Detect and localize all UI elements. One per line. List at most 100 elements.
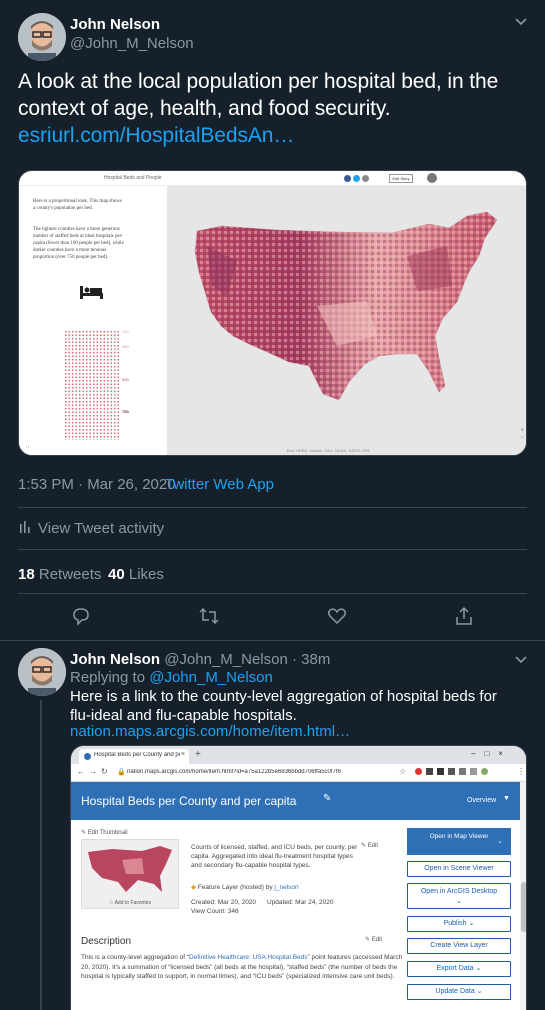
update-data-label: Update Data xyxy=(435,988,475,995)
people-dot-grid xyxy=(64,330,119,440)
export-data-label: Export Data xyxy=(436,965,474,972)
media-card[interactable]: Hospital Beds and People Edit Story Here… xyxy=(18,170,527,456)
export-data-chevron-icon: ⌄ xyxy=(475,965,482,972)
summary-edit-label: Edit xyxy=(367,843,379,849)
browser-menu-icon[interactable]: ⋮ xyxy=(517,767,525,776)
description-pre: This is a county-level aggregation of “ xyxy=(81,954,190,961)
retweet-stats[interactable]: 18 Retweets xyxy=(18,566,101,583)
feature-owner-link[interactable]: j_nelson xyxy=(274,884,298,891)
tweet-timestamp[interactable]: 1:53 PM · Mar 26, 2020 · xyxy=(18,476,185,493)
reply-handle-time[interactable]: @John_M_Nelson · 38m xyxy=(164,651,330,668)
usa-map-graphic: Esri, HERE, Garmin, FAO, NOAA, USGS, EPA xyxy=(194,211,498,453)
item-thumbnail[interactable]: ☆ Add to Favorites xyxy=(81,839,179,909)
side-para-1: Here is a proportional look. This map sh… xyxy=(33,199,122,211)
feature-layer-label: Feature Layer (hosted) by xyxy=(197,884,273,891)
tweet-text: A look at the local population per hospi… xyxy=(18,70,499,120)
reply-author-name[interactable]: John Nelson xyxy=(70,651,160,668)
retweet-label: Retweets xyxy=(38,566,102,583)
window-controls[interactable]: –□× xyxy=(471,749,512,758)
replying-prefix: Replying to xyxy=(70,669,146,686)
edit-thumbnail-link[interactable]: ✎ Edit Thumbnail xyxy=(81,829,128,836)
story-side-panel: Here is a proportional look. This map sh… xyxy=(19,186,167,455)
description-text: This is a county-level aggregation of “D… xyxy=(81,953,407,982)
divider xyxy=(0,640,545,641)
url-bar[interactable]: nation.maps.arcgis.com/home/item.html?id… xyxy=(127,769,387,775)
divider xyxy=(18,593,527,594)
publish-chevron-icon: ⌄ xyxy=(468,920,475,927)
new-tab-icon[interactable]: + xyxy=(195,749,201,760)
thread-line xyxy=(40,700,42,1010)
retweet-count: 18 xyxy=(18,566,35,583)
page-scrollbar[interactable] xyxy=(520,782,526,1010)
browser-tab[interactable]: Hospital Beds per County and per c… × xyxy=(79,749,189,764)
nav-arrows[interactable]: ↑↓ xyxy=(25,444,30,450)
divider xyxy=(18,507,527,508)
reply-text: Here is a link to the county-level aggre… xyxy=(70,688,497,724)
view-count: View Count: 346 xyxy=(191,908,239,915)
updated-date: Updated: Mar 24, 2020 xyxy=(267,899,334,906)
item-summary: Counts of licensed, staffed, and ICU bed… xyxy=(191,844,358,869)
star-icon[interactable]: ☆ xyxy=(399,767,406,776)
bed-icon xyxy=(79,284,105,305)
summary-edit-link[interactable]: ✎ Edit xyxy=(361,842,378,849)
share-icons[interactable] xyxy=(344,175,369,182)
legend-750: 750 xyxy=(122,409,129,414)
description-edit-label: Edit xyxy=(371,937,383,943)
description-heading: Description xyxy=(81,936,132,947)
export-data-button[interactable]: Export Data ⌄ xyxy=(407,961,511,977)
author-handle[interactable]: @John_M_Nelson xyxy=(70,35,194,52)
like-stats[interactable]: 40 Likes xyxy=(108,566,164,583)
reply-header: John Nelson @John_M_Nelson · 38m xyxy=(70,651,330,668)
publish-label: Publish xyxy=(443,920,467,927)
nav-buttons[interactable]: ←→↻ xyxy=(77,767,112,776)
legend-250: 250 xyxy=(122,344,129,349)
item-title-bar: Hospital Beds per County and per capita … xyxy=(71,782,526,820)
update-data-chevron-icon: ⌄ xyxy=(476,988,483,995)
open-map-viewer-chevron-icon[interactable]: ⌄ xyxy=(498,837,503,846)
replying-to-handle[interactable]: @John_M_Nelson xyxy=(149,669,273,686)
extension-icons[interactable] xyxy=(415,768,488,775)
like-icon[interactable] xyxy=(327,606,347,631)
view-activity-link[interactable]: View Tweet activity xyxy=(38,520,164,537)
open-scene-viewer-button[interactable]: Open in Scene Viewer xyxy=(407,861,511,877)
reply-avatar[interactable] xyxy=(18,648,66,696)
map-zoom-controls[interactable]: + − xyxy=(520,428,524,442)
chevron-down-icon[interactable] xyxy=(514,14,528,32)
add-favorites-link[interactable]: ☆ Add to Favorites xyxy=(82,900,178,906)
edit-title-icon[interactable]: ✎ xyxy=(323,793,331,804)
publish-button[interactable]: Publish ⌄ xyxy=(407,916,511,932)
feature-layer-info: ◆ Feature Layer (hosted) by j_nelson xyxy=(191,883,299,891)
open-arcgis-desktop-button[interactable]: Open in ArcGIS Desktop ⌄ xyxy=(407,883,511,909)
reply-chevron-down-icon[interactable] xyxy=(514,652,528,670)
created-date: Created: Mar 20, 2020 xyxy=(191,899,257,906)
retweet-icon[interactable] xyxy=(198,606,220,631)
tweet-source[interactable]: Twitter Web App xyxy=(165,476,274,493)
reply-link[interactable]: nation.maps.arcgis.com/home/item.html… xyxy=(70,723,350,740)
reply-icon[interactable] xyxy=(71,606,91,631)
author-name[interactable]: John Nelson xyxy=(70,16,160,33)
overview-dropdown[interactable]: Overview xyxy=(467,797,496,804)
tweet-link[interactable]: esriurl.com/HospitalBedsAn… xyxy=(18,122,294,149)
edit-thumbnail-label: Edit Thumbnail xyxy=(87,830,128,836)
share-icon[interactable] xyxy=(454,606,474,631)
legend-100: 100 xyxy=(122,329,129,334)
analytics-icon[interactable] xyxy=(19,520,33,539)
update-data-button[interactable]: Update Data ⌄ xyxy=(407,984,511,1000)
divider xyxy=(18,549,527,550)
avatar[interactable] xyxy=(18,13,66,61)
tab-close-icon[interactable]: × xyxy=(181,751,185,758)
description-link[interactable]: Definitive Healthcare: USA Hospital Beds xyxy=(189,954,308,961)
edit-story-button[interactable]: Edit Story xyxy=(389,174,413,183)
choropleth-map[interactable]: Esri, HERE, Garmin, FAO, NOAA, USGS, EPA… xyxy=(167,186,526,455)
tab-favicon-icon xyxy=(84,753,91,760)
open-map-viewer-button[interactable]: Open in Map Viewer ⌄ xyxy=(407,828,511,855)
description-edit-link[interactable]: ✎ Edit xyxy=(365,936,382,943)
add-favorites-label: Add to Favorites xyxy=(114,900,151,906)
overview-chevron-icon[interactable]: ▼ xyxy=(503,795,510,802)
thumbnail-map-graphic xyxy=(88,846,172,892)
side-para-2: The lightest counties have a more genero… xyxy=(33,227,124,260)
like-label: Likes xyxy=(128,566,164,583)
create-view-layer-button[interactable]: Create View Layer xyxy=(407,938,511,954)
user-avatar-small[interactable] xyxy=(427,173,437,183)
reply-media-card[interactable]: Hospital Beds per County and per c… × + … xyxy=(70,745,527,1010)
